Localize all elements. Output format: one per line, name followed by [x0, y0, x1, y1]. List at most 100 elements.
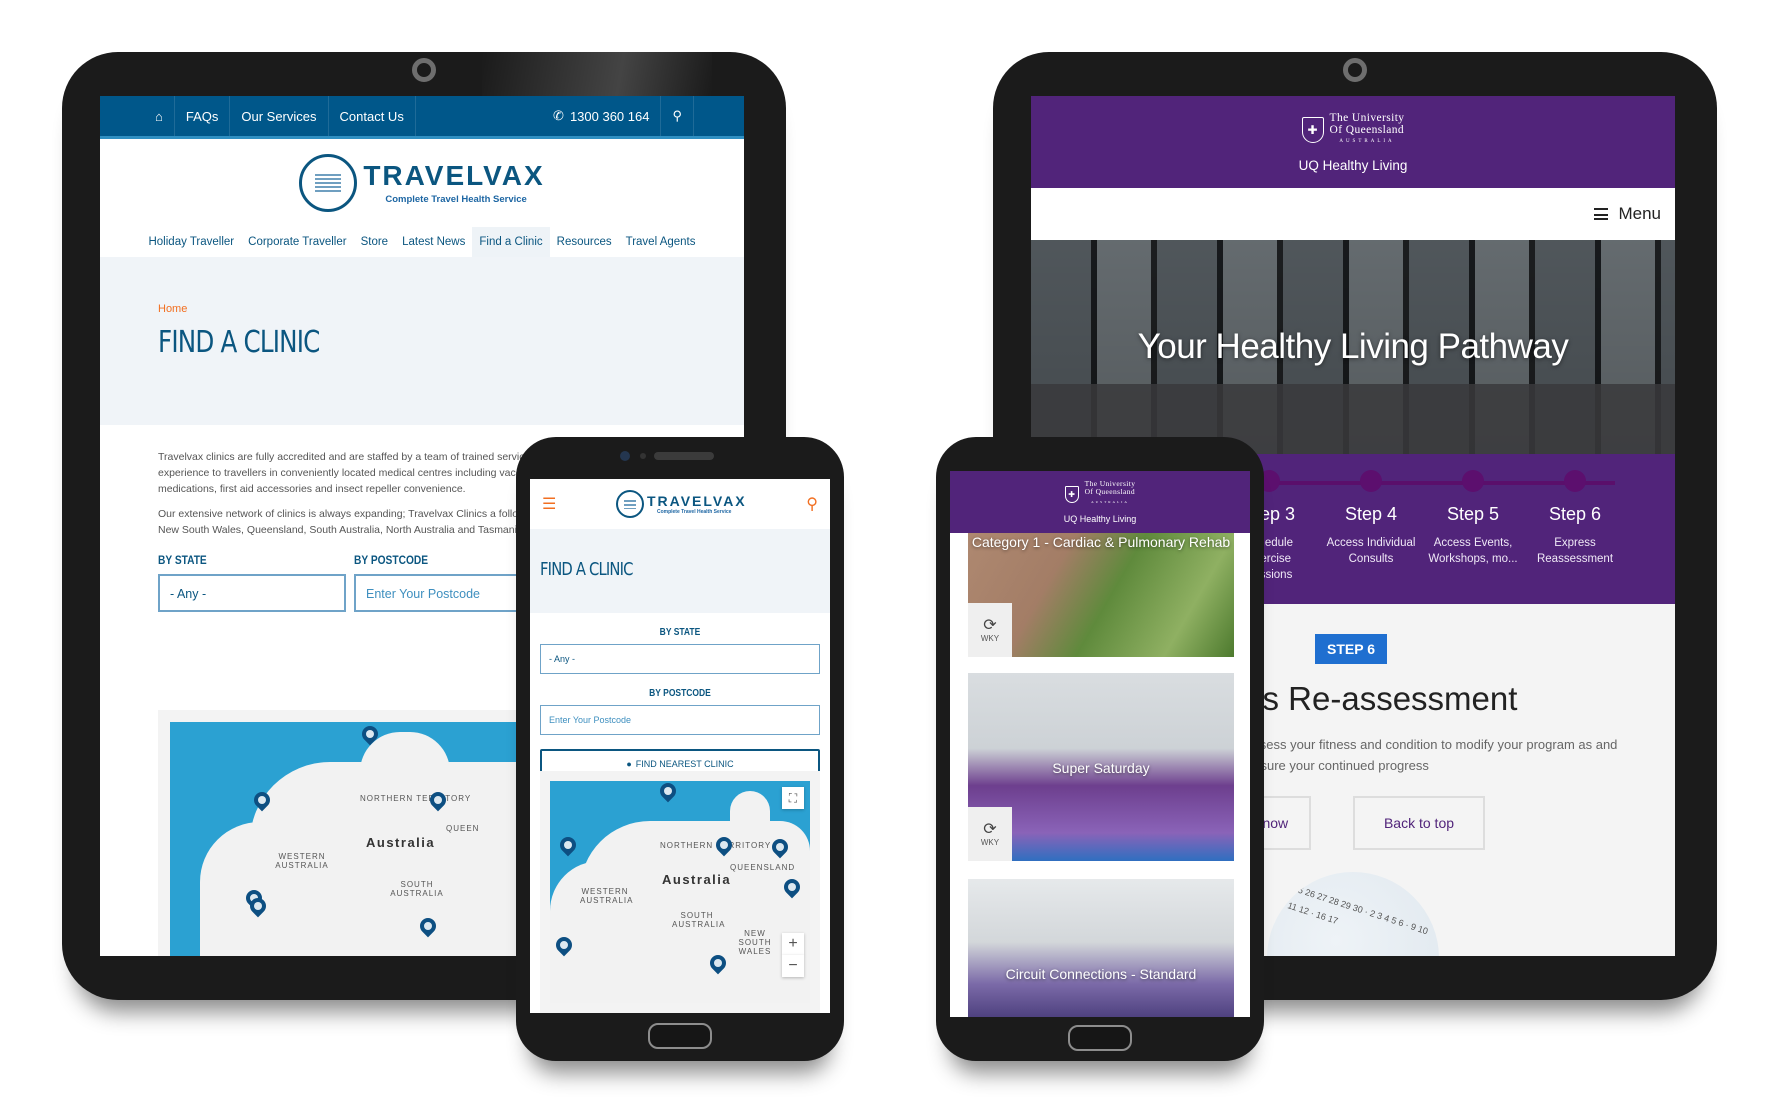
site-name[interactable]: UQ Healthy Living [1299, 158, 1408, 173]
step-dot [1360, 470, 1382, 492]
page-title: FIND A CLINIC [158, 325, 320, 360]
calendar-image: 25 26 27 28 29 30 · 2 3 4 5 6 · 9 10 11 … [1267, 872, 1439, 956]
main-nav: Holiday Traveller Corporate Traveller St… [100, 227, 744, 257]
zoom-in-button[interactable]: + [782, 933, 804, 955]
program-title: Category 1 - Cardiac & Pulmonary Rehab [971, 534, 1231, 550]
travelvax-logo[interactable]: TRAVELVAX Complete Travel Health Service [100, 139, 744, 227]
breadcrumb-home[interactable]: Home [158, 303, 744, 315]
uq-logo[interactable]: ✚ The University Of Queensland AUSTRALIA [1301, 111, 1405, 148]
map-label-qld: QUEEN [446, 824, 480, 833]
uq-wordmark-line2: Of Queensland [1084, 487, 1135, 496]
page-hero: FIND A CLINIC [530, 529, 830, 613]
brand-name: TRAVELVAX [646, 492, 747, 509]
uq-crest-icon: ✚ [1301, 116, 1324, 143]
clinic-pin[interactable] [656, 781, 680, 803]
tablet-camera [1343, 58, 1367, 82]
program-title: Super Saturday [1052, 760, 1150, 776]
map-canvas[interactable]: NORTHERN TERRITORY QUEENSLAND WESTERN AU… [550, 781, 810, 1003]
zoom-out-button[interactable]: − [782, 955, 804, 977]
map-label-qld: QUEENSLAND [730, 863, 796, 872]
topbar-item-faqs[interactable]: FAQs [175, 96, 231, 136]
phone-home-button [1068, 1025, 1132, 1051]
nav-find-a-clinic[interactable]: Find a Clinic [472, 227, 550, 257]
utility-bar: ⌂ FAQs Our Services Contact Us ✆ 1300 36… [100, 96, 744, 139]
postcode-input[interactable]: Enter Your Postcode [354, 574, 542, 612]
uq-header: ✚ The University Of Queensland AUSTRALIA… [1031, 96, 1675, 188]
calendar-numbers: 25 26 27 28 29 30 · 2 3 4 5 6 · 9 10 11 … [1286, 883, 1430, 937]
find-nearest-clinic-label: FIND NEAREST CLINIC [635, 759, 734, 769]
step-5[interactable]: Step 5 Access Events, Workshops, mo... [1423, 470, 1523, 567]
intro-paragraph: Travelvax clinics are fully accredited a… [158, 451, 544, 495]
postcode-label: BY POSTCODE [649, 688, 711, 699]
travelvax-phone-screen: ☰ TRAVELVAX Complete Travel Health Servi… [530, 479, 830, 1013]
topbar-item-contact-us[interactable]: Contact Us [329, 96, 416, 136]
program-card[interactable]: Super Saturday ⟳ WKY [968, 673, 1234, 861]
map-land [200, 822, 320, 956]
mobile-header: ☰ TRAVELVAX Complete Travel Health Servi… [530, 479, 830, 529]
uq-wordmark-line3: AUSTRALIA [1091, 500, 1129, 504]
step-4[interactable]: Step 4 Access Individual Consults [1321, 470, 1421, 567]
map-label-nt: NORTHERN TERRITORY [360, 794, 472, 803]
map-label-country: Australia [366, 835, 436, 850]
map-label-wa: WESTERN AUSTRALIA [275, 852, 329, 870]
nav-store[interactable]: Store [354, 227, 396, 257]
uq-wordmark-line3: AUSTRALIA [1339, 138, 1395, 144]
glare [482, 52, 712, 96]
site-name[interactable]: UQ Healthy Living [1064, 514, 1137, 524]
repeat-icon: ⟳ [983, 616, 997, 634]
topbar-item-our-services[interactable]: Our Services [230, 96, 329, 136]
travelvax-logo[interactable]: TRAVELVAX Complete Travel Health Service [615, 490, 747, 518]
step-heading: ss Re-assessment [1246, 680, 1518, 717]
postcode-input[interactable]: Enter Your Postcode [540, 705, 820, 735]
page-hero: Home FIND A CLINIC [100, 257, 744, 425]
repeat-icon: ⟳ [983, 820, 997, 838]
clinic-map[interactable]: NORTHERN TERRITORY QUEENSLAND WESTERN AU… [540, 771, 820, 1013]
brand-tagline: Complete Travel Health Service [385, 193, 527, 205]
home-link[interactable]: ⌂ [144, 96, 175, 136]
phone-icon: ✆ [553, 108, 564, 123]
uq-wordmark-line1: The University [1329, 111, 1405, 124]
step-6[interactable]: Step 6 Express Reassessment [1525, 470, 1625, 567]
step-label: Step 6 [1548, 504, 1602, 524]
hero-banner: Your Healthy Living Pathway [1031, 240, 1675, 454]
uq-wordmark-line2: Of Queensland [1329, 123, 1405, 136]
phone-link[interactable]: ✆ 1300 360 164 [542, 96, 662, 136]
nav-holiday-traveller[interactable]: Holiday Traveller [141, 227, 241, 257]
hero-title: Your Healthy Living Pathway [1137, 327, 1569, 366]
fullscreen-icon: ⛶ [788, 790, 798, 805]
step-description: Access Events, Workshops, mo... [1428, 537, 1518, 565]
step-label: Step 4 [1344, 504, 1398, 524]
step-description: Access Individual Consults [1326, 537, 1416, 565]
nav-travel-agents[interactable]: Travel Agents [619, 227, 703, 257]
map-land [550, 861, 630, 1003]
step-badge: STEP 6 [1315, 634, 1387, 664]
clinic-finder-form: BY STATE - Any - BY POSTCODE Enter Your … [530, 613, 830, 779]
clinic-pin[interactable] [556, 833, 580, 857]
step-dot [1564, 470, 1586, 492]
program-card[interactable]: Circuit Connections - Standard [968, 879, 1234, 1017]
phone-home-button [648, 1023, 712, 1049]
fullscreen-button[interactable]: ⛶ [782, 787, 804, 809]
nav-corporate-traveller[interactable]: Corporate Traveller [241, 227, 353, 257]
nav-resources[interactable]: Resources [550, 227, 619, 257]
nav-latest-news[interactable]: Latest News [395, 227, 472, 257]
state-select[interactable]: - Any - [158, 574, 346, 612]
phone-speaker [654, 452, 714, 460]
uq-logo[interactable]: ✚ The University Of Queensland AUSTRALIA [1064, 480, 1136, 508]
program-title: Circuit Connections - Standard [1005, 966, 1197, 982]
hamburger-menu-icon[interactable]: ☰ [542, 494, 556, 514]
menu-bar: Menu [1031, 188, 1675, 240]
search-icon[interactable]: ⚲ [806, 494, 818, 514]
state-label: BY STATE [158, 553, 207, 567]
step-paragraph: assess your fitness and condition to mod… [1246, 737, 1618, 773]
step-label: Step 5 [1446, 504, 1500, 524]
menu-button[interactable]: Menu [1618, 204, 1661, 224]
back-to-top-button[interactable]: Back to top [1353, 796, 1485, 850]
frequency-badge: ⟳ WKY [968, 807, 1012, 861]
travelvax-phone-frame: ☰ TRAVELVAX Complete Travel Health Servi… [516, 437, 844, 1061]
search-button[interactable]: ⚲ [661, 96, 694, 136]
map-label-sa: SOUTH AUSTRALIA [672, 911, 726, 929]
state-select[interactable]: - Any - [540, 644, 820, 674]
hamburger-menu-icon[interactable] [1594, 208, 1609, 220]
phone-camera [620, 451, 630, 461]
